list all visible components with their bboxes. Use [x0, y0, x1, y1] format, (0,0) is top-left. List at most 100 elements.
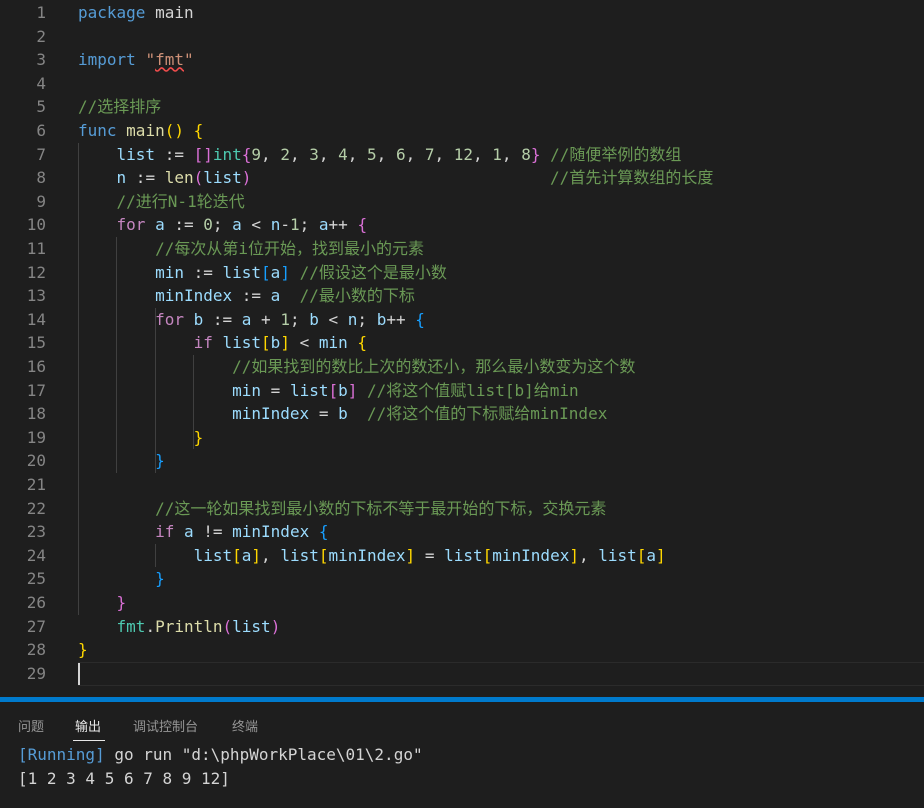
code-line[interactable]: 29 — [0, 662, 924, 686]
line-number: 21 — [26, 475, 46, 494]
code-token: = — [309, 404, 339, 424]
line-number: 24 — [26, 545, 46, 565]
line-number: 10 — [26, 215, 46, 235]
code-line[interactable]: 5 //选择排序 — [0, 95, 924, 119]
code-token: = — [415, 545, 445, 565]
code-line[interactable]: 4 — [0, 72, 924, 96]
code-line[interactable]: 26 } — [0, 591, 924, 615]
tab-problems[interactable]: 问题 — [18, 716, 44, 735]
code-line[interactable]: 1 package main — [0, 1, 924, 25]
code-text: package main — [78, 1, 194, 25]
code-line[interactable]: 6 func main() { — [0, 119, 924, 143]
code-token: 1 — [280, 309, 290, 329]
line-number: 8 — [36, 168, 46, 188]
code-line[interactable]: 15 if list[b] < min { — [0, 331, 924, 355]
code-text: //进行N-1轮迭代 — [78, 190, 245, 214]
code-line[interactable]: 22 //这一轮如果找到最小数的下标不等于最开始的下标，交换元素 — [0, 497, 924, 521]
code-line[interactable]: 12 min := list[a] //假设这个是最小数 — [0, 261, 924, 285]
code-line[interactable]: 3 import "fmt" — [0, 48, 924, 72]
code-line[interactable]: 7 list := []int{9, 2, 3, 4, 5, 6, 7, 12,… — [0, 143, 924, 167]
line-number: 7 — [36, 144, 46, 164]
code-text: minIndex := a //最小数的下标 — [78, 284, 415, 308]
code-token: //如果找到的数比上次的数还小，那么最小数变为这个数 — [232, 357, 636, 376]
line-number: 17 — [26, 380, 46, 400]
code-token: := — [203, 309, 242, 329]
code-token: , — [578, 545, 599, 565]
code-token: { — [357, 333, 368, 353]
code-token: = — [261, 380, 290, 400]
code-token: main — [126, 121, 165, 140]
line-number: 1 — [36, 3, 46, 22]
code-line[interactable]: 16 //如果找到的数比上次的数还小，那么最小数变为这个数 — [0, 355, 924, 379]
code-line[interactable]: 23 if a != minIndex { — [0, 520, 924, 544]
tab-terminal[interactable]: 终端 — [232, 716, 258, 735]
code-token: . — [145, 616, 156, 636]
code-text: //如果找到的数比上次的数还小，那么最小数变为这个数 — [78, 355, 635, 379]
line-number: 29 — [26, 663, 46, 683]
code-token: } — [155, 451, 165, 471]
code-token: ] — [280, 333, 290, 353]
code-line[interactable]: 2 — [0, 25, 924, 49]
code-token: [] — [193, 144, 213, 164]
code-line[interactable]: 25 } — [0, 567, 924, 591]
code-token: , — [473, 144, 493, 164]
code-token: 5 — [367, 144, 377, 164]
code-line[interactable]: 9 //进行N-1轮迭代 — [0, 190, 924, 214]
code-line[interactable]: 17 min = list[b] //将这个值赋list[b]给min — [0, 379, 924, 403]
code-token: //首先计算数组的长度 — [550, 168, 714, 188]
line-number: 14 — [26, 309, 46, 329]
code-line[interactable]: 11 //每次从第i位开始，找到最小的元素 — [0, 237, 924, 261]
code-token: //将这个值的下标赋给minIndex — [347, 404, 608, 424]
code-line[interactable]: 8 n := len(list) //首先计算数组的长度 — [0, 166, 924, 190]
code-token: 12 — [453, 144, 474, 164]
code-line[interactable]: 14 for b := a + 1; b < n; b++ { — [0, 308, 924, 332]
code-token: list — [280, 545, 319, 565]
code-token: minIndex — [232, 404, 310, 424]
code-token: n — [116, 168, 127, 188]
tab-output[interactable]: 输出 — [75, 716, 101, 735]
code-line[interactable]: 13 minIndex := a //最小数的下标 — [0, 284, 924, 308]
code-token: ] — [251, 545, 262, 565]
code-token: list — [116, 144, 156, 164]
code-line[interactable]: 10 for a := 0; a < n-1; a++ { — [0, 213, 924, 237]
code-token: () — [164, 121, 184, 140]
code-token: ; — [357, 309, 377, 329]
code-editor[interactable]: 1 package main 2 3 import "fmt" 4 5//选择排序 6 func… — [0, 0, 924, 690]
code-text: func main() { — [78, 119, 203, 143]
code-line[interactable]: 18 minIndex = b //将这个值的下标赋给minIndex — [0, 402, 924, 426]
code-line[interactable]: 27 fmt.Println(list) — [0, 615, 924, 639]
code-token: " — [145, 50, 156, 70]
code-token: := — [155, 144, 194, 164]
code-token: list — [222, 333, 262, 353]
active-tab-indicator — [73, 740, 105, 741]
code-token: a — [241, 309, 252, 329]
tab-debug-console[interactable]: 调试控制台 — [133, 716, 198, 735]
code-token: a — [318, 215, 329, 235]
line-number: 15 — [26, 333, 46, 353]
code-token: min — [232, 380, 262, 400]
code-token: 3 — [309, 144, 319, 164]
code-token: len — [164, 168, 194, 188]
code-token: b — [270, 333, 281, 353]
code-token: } — [78, 640, 88, 660]
code-token: list — [232, 616, 271, 636]
code-token: ) — [241, 168, 252, 188]
code-line[interactable]: 24 list[a], list[minIndex] = list[minInd… — [0, 544, 924, 568]
code-line[interactable]: 21 — [0, 473, 924, 497]
code-line[interactable]: 19 } — [0, 426, 924, 450]
code-token: a — [646, 545, 657, 565]
output-line-command: [Running] go run "d:\phpWorkPlace\01\2.g… — [18, 745, 423, 764]
code-token: if — [155, 522, 175, 542]
code-text: import "fmt" — [78, 48, 194, 72]
code-line[interactable]: 20 } — [0, 449, 924, 473]
code-token: list — [444, 545, 483, 565]
code-line[interactable]: 28} — [0, 638, 924, 662]
